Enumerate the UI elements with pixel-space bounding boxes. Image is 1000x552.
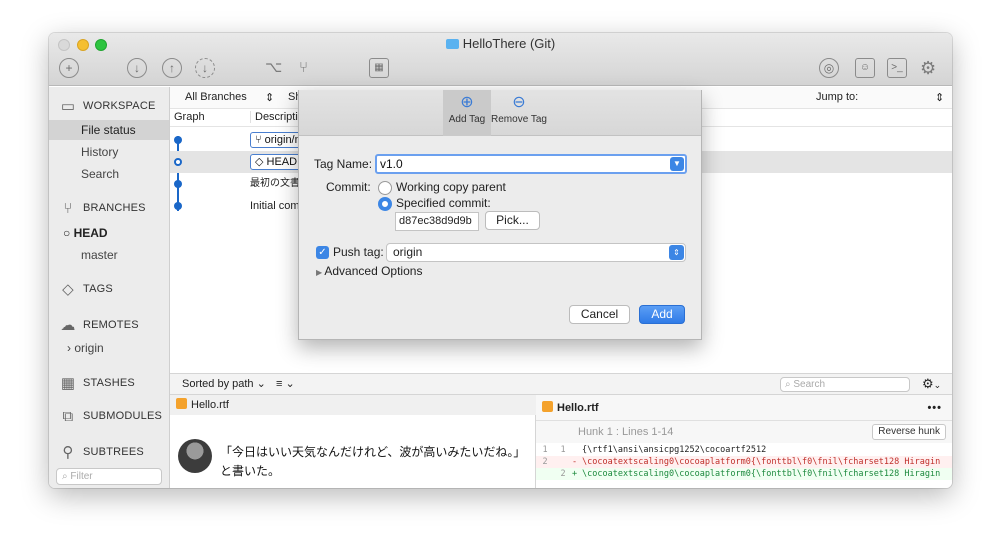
dialog-tabs: ⊕ Add Tag ⊖ Remove Tag — [299, 90, 701, 136]
merge-icon[interactable]: ⑂ — [299, 58, 308, 78]
chevron-down-icon[interactable]: ▼ — [670, 157, 684, 171]
commit-node — [174, 202, 182, 210]
hunk-label: Hunk 1 : Lines 1-14 — [578, 426, 674, 438]
more-options-icon[interactable]: ••• — [927, 395, 942, 421]
tab-add-tag[interactable]: ⊕ Add Tag — [443, 90, 491, 136]
branch-filter-select[interactable]: All Branches — [185, 91, 247, 103]
avatar — [178, 439, 212, 473]
chevron-updown-icon[interactable]: ⇕ — [669, 245, 684, 260]
rtf-file-icon — [542, 401, 553, 412]
tab-remove-tag[interactable]: ⊖ Remove Tag — [491, 90, 547, 136]
finder-icon[interactable]: ☺ — [855, 58, 875, 78]
sidebar-section-subtrees[interactable]: ⚲ SUBTREES — [59, 443, 144, 461]
sidebar-section-branches[interactable]: ⑂ BRANCHES — [59, 200, 146, 217]
commit-node — [174, 180, 182, 188]
file-row[interactable]: Hello.rtf — [170, 395, 536, 415]
commit-sha-field[interactable]: d87ec38d9d9b — [395, 212, 479, 231]
branch-icon[interactable]: ⌥ — [265, 58, 282, 78]
file-list-toolbar: Sorted by path ⌄ ≡ ⌄ ⌕ Search ⚙⌄ — [170, 373, 952, 395]
advanced-options-toggle[interactable]: ▶ Advanced Options — [316, 264, 422, 278]
chevron-updown-icon[interactable]: ⇕ — [935, 91, 944, 104]
folder-icon — [445, 39, 459, 49]
hunk-header: Hunk 1 : Lines 1-14 Reverse hunk — [536, 421, 952, 443]
commit-icon[interactable]: + — [59, 58, 79, 78]
sidebar-item-origin[interactable]: › origin — [49, 338, 169, 358]
sidebar-item-master[interactable]: master — [49, 245, 169, 265]
computer-icon: ▭ — [60, 98, 76, 115]
diff-view: Hello.rtf ••• Hunk 1 : Lines 1-14 Reverse… — [536, 395, 952, 488]
diff-line: 1 1 {\rtf1\ansi\ansicpg1252\cocoartf2512 — [542, 445, 767, 455]
tag-icon: ◇ — [62, 281, 74, 298]
working-copy-label[interactable]: Working copy parent — [396, 180, 506, 194]
jump-to-select[interactable]: Jump to: — [816, 91, 858, 103]
diff-line-added: 2 + \cocoatextscaling0\cocoaplatform0{\fon… — [536, 468, 952, 480]
sidebar: ▭ WORKSPACE File status History Search ⑂ B… — [49, 87, 170, 488]
sidebar-section-workspace[interactable]: ▭ WORKSPACE — [59, 97, 156, 115]
head-badge: ◇ HEAD — [250, 154, 303, 171]
stash-icon: ▦ — [60, 375, 76, 392]
sidebar-item-file-status[interactable]: File status — [49, 120, 169, 140]
current-branch-icon: ○ — [63, 226, 74, 240]
add-button[interactable]: Add — [639, 305, 685, 324]
sort-select[interactable]: Sorted by path ⌄ — [182, 374, 266, 394]
commit-node — [174, 136, 182, 144]
rtf-file-icon — [176, 398, 187, 409]
working-copy-radio[interactable] — [378, 181, 392, 195]
tag-icon: ◇ — [255, 156, 267, 169]
gear-icon[interactable]: ⚙⌄ — [922, 374, 941, 395]
fetch-icon[interactable]: ↓ — [127, 58, 147, 78]
add-tag-dialog: ⊕ Add Tag ⊖ Remove Tag Tag Name: v1.0 ▼ Com… — [298, 90, 702, 340]
commit-node — [174, 158, 182, 166]
push-icon[interactable]: ↑ — [162, 58, 182, 78]
specified-commit-label[interactable]: Specified commit: — [396, 196, 491, 210]
reverse-hunk-button[interactable]: Reverse hunk — [872, 424, 946, 440]
commit-label: Commit: — [326, 180, 371, 194]
titlebar: HelloThere (Git) + ↓ ↑ ↓ ⌥ ⑂ ▦ ◎ ☺ >_ ⚙ — [49, 33, 952, 86]
pull-icon[interactable]: ↓ — [195, 58, 215, 78]
column-graph[interactable]: Graph — [174, 111, 205, 123]
push-tag-label[interactable]: Push tag: — [333, 245, 384, 259]
sidebar-filter-input[interactable]: ⌕ Filter — [56, 468, 162, 485]
submodule-icon: ⧉ — [62, 408, 74, 425]
cancel-button[interactable]: Cancel — [569, 305, 630, 324]
sidebar-section-remotes[interactable]: ☁ REMOTES — [59, 316, 139, 334]
stash-icon[interactable]: ▦ — [369, 58, 389, 78]
branch-icon: ⑂ — [63, 200, 73, 217]
commit-message: 最初の文書 — [250, 178, 300, 189]
cloud-icon: ☁ — [60, 317, 76, 334]
sidebar-section-tags[interactable]: ◇ TAGS — [59, 280, 113, 298]
sidebar-item-head[interactable]: ○ HEAD — [49, 223, 169, 243]
remote-select[interactable]: origin ⇕ — [386, 243, 686, 262]
subtree-icon: ⚲ — [62, 444, 74, 461]
search-input[interactable]: ⌕ Search — [780, 377, 910, 392]
chevron-down-icon: ⌄ — [282, 378, 295, 390]
branch-icon: ⑂ — [255, 134, 265, 147]
chevron-updown-icon[interactable]: ⇕ — [265, 91, 274, 104]
sidebar-section-stashes[interactable]: ▦ STASHES — [59, 374, 135, 392]
diff-line-removed: 2- \cocoatextscaling0\cocoaplatform0{\fon… — [536, 456, 952, 468]
tag-name-input[interactable]: v1.0 ▼ — [375, 154, 687, 174]
commit-message: Initial com — [250, 200, 300, 212]
view-mode-select[interactable]: ≡ ⌄ — [276, 374, 295, 394]
gear-icon[interactable]: ⚙ — [920, 58, 936, 78]
add-tag-icon: ⊕ — [460, 94, 474, 111]
file-list: Hello.rtf 「今日はいい天気なんだけれど、波が高いみたいだね。」と書いた… — [170, 395, 536, 488]
terminal-icon[interactable]: >_ — [887, 58, 907, 78]
push-tag-checkbox[interactable]: ✓ — [316, 246, 329, 259]
window-title: HelloThere (Git) — [49, 36, 952, 51]
globe-icon[interactable]: ◎ — [819, 58, 839, 78]
diff-header: Hello.rtf ••• — [536, 395, 952, 421]
chevron-down-icon: ⌄ — [253, 378, 266, 390]
remove-tag-icon: ⊖ — [512, 94, 526, 111]
pick-button[interactable]: Pick... — [485, 211, 540, 230]
sidebar-item-history[interactable]: History — [49, 142, 169, 162]
column-description[interactable]: Descriptio — [250, 111, 304, 123]
specified-commit-radio[interactable] — [378, 197, 392, 211]
sidebar-item-search[interactable]: Search — [49, 164, 169, 184]
file-preview-text: 「今日はいい天気なんだけれど、波が高いみたいだね。」と書いた。 — [220, 445, 526, 478]
sidebar-section-submodules[interactable]: ⧉ SUBMODULES — [59, 408, 162, 425]
tag-name-label: Tag Name: — [314, 157, 373, 171]
